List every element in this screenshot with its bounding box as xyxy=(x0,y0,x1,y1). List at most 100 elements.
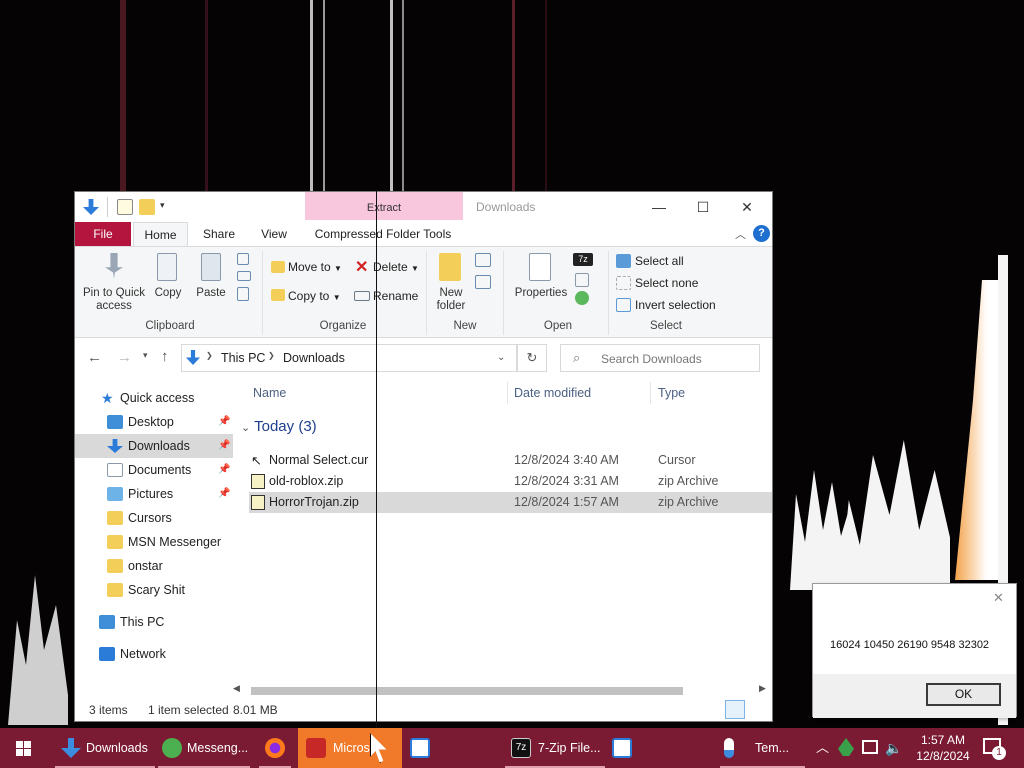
new-folder-button[interactable]: New folder xyxy=(429,287,473,313)
breadcrumb-downloads[interactable]: Downloads xyxy=(283,351,345,365)
nav-item-label: Downloads xyxy=(128,439,190,453)
rename-button[interactable]: Rename xyxy=(373,289,418,303)
pin-icon[interactable]: 📌 xyxy=(218,458,230,482)
title-bar[interactable]: ▾ Extract Downloads — ☐ ✕ xyxy=(75,192,772,222)
maximize-button[interactable]: ☐ xyxy=(681,195,725,219)
pin-icon[interactable]: 📌 xyxy=(218,482,230,506)
address-dropdown-icon[interactable]: ⌄ xyxy=(497,352,505,363)
tab-file[interactable]: File xyxy=(75,222,131,246)
ribbon-tabs: File Home Share View Compressed Folder T… xyxy=(75,222,772,246)
taskbar-item-temperature[interactable]: Tem... xyxy=(720,728,805,768)
forward-arrow-icon[interactable]: → xyxy=(117,349,132,366)
nav-quick-access[interactable]: ★ Quick access xyxy=(75,386,233,410)
pin-icon[interactable]: 📌 xyxy=(218,434,230,458)
delete-button[interactable]: Delete ▼ xyxy=(373,260,419,274)
network-icon[interactable] xyxy=(862,740,878,754)
nav-item-pictures[interactable]: Pictures 📌 xyxy=(75,482,233,506)
properties-button[interactable]: Properties xyxy=(511,287,571,300)
clock[interactable]: 1:57 AM 12/8/2024 xyxy=(908,728,978,768)
minimize-button[interactable]: — xyxy=(637,195,681,219)
paste-shortcut-icon[interactable] xyxy=(237,287,249,301)
easy-access-icon[interactable] xyxy=(475,275,491,289)
pin-icon[interactable]: 📌 xyxy=(218,410,230,434)
large-icons-view-icon[interactable] xyxy=(749,700,769,719)
pin-to-quick-access-button[interactable]: Pin to Quick access xyxy=(81,287,147,313)
file-row[interactable]: ↖ Normal Select.cur 12/8/2024 3:40 AM Cu… xyxy=(249,450,772,471)
nav-item-msn-messenger[interactable]: MSN Messenger xyxy=(75,530,233,554)
tray-app-icon[interactable] xyxy=(838,738,854,756)
start-button[interactable] xyxy=(0,728,48,768)
tab-view[interactable]: View xyxy=(251,222,297,246)
scroll-right-icon[interactable]: ▶ xyxy=(759,683,766,694)
details-view-icon[interactable] xyxy=(725,700,745,719)
up-arrow-icon[interactable]: ↑ xyxy=(161,348,169,365)
help-icon[interactable]: ? xyxy=(753,225,770,242)
column-header-name[interactable]: Name xyxy=(253,386,286,400)
nav-item-documents[interactable]: Documents 📌 xyxy=(75,458,233,482)
taskbar-item-window-2[interactable] xyxy=(606,728,640,768)
nav-item-cursors[interactable]: Cursors xyxy=(75,506,233,530)
collapse-ribbon-icon[interactable]: ︿ xyxy=(735,226,746,242)
column-header-type[interactable]: Type xyxy=(658,386,685,400)
taskbar-item-label: Tem... xyxy=(755,741,790,755)
show-hidden-icons-icon[interactable]: ︿ xyxy=(816,728,830,768)
horizontal-scrollbar[interactable]: ◀ ▶ xyxy=(233,683,772,695)
copy-to-button[interactable]: Copy to ▼ xyxy=(288,289,341,303)
select-none-button[interactable]: Select none xyxy=(635,276,698,290)
ok-button[interactable]: OK xyxy=(926,683,1001,706)
taskbar-item-messenger[interactable]: Messeng... xyxy=(158,728,250,768)
move-to-button[interactable]: Move to ▼ xyxy=(288,260,342,274)
nav-item-scary-shit[interactable]: Scary Shit xyxy=(75,578,233,602)
refresh-icon[interactable]: ↻ xyxy=(517,344,547,372)
7zip-icon[interactable]: 7z xyxy=(573,253,593,266)
nav-network[interactable]: Network xyxy=(75,642,233,666)
dialog-close-button[interactable]: ✕ xyxy=(993,590,1004,606)
windows-logo-icon xyxy=(16,741,23,748)
group-header-today[interactable]: ⌄ Today (3) xyxy=(241,418,317,435)
file-row[interactable]: old-roblox.zip 12/8/2024 3:31 AM zip Arc… xyxy=(249,471,772,492)
taskbar-item-firefox[interactable] xyxy=(255,728,295,768)
breadcrumb-this-pc[interactable]: This PC xyxy=(221,351,265,365)
tab-home[interactable]: Home xyxy=(133,222,188,246)
recent-locations-icon[interactable]: ▾ xyxy=(143,350,148,361)
address-bar[interactable]: ❯ This PC ❯ Downloads ⌄ xyxy=(181,344,517,372)
nav-item-desktop[interactable]: Desktop 📌 xyxy=(75,410,233,434)
glitch-stripe xyxy=(310,0,313,191)
back-arrow-icon[interactable]: ← xyxy=(87,349,102,366)
breadcrumb-chevron-icon: ❯ xyxy=(268,351,275,360)
tab-compressed-folder-tools[interactable]: Compressed Folder Tools xyxy=(307,222,459,246)
taskbar-item-window[interactable] xyxy=(404,728,438,768)
copy-path-icon[interactable] xyxy=(237,271,251,281)
nav-item-downloads[interactable]: Downloads 📌 xyxy=(75,434,233,458)
scroll-left-icon[interactable]: ◀ xyxy=(233,683,240,694)
select-all-button[interactable]: Select all xyxy=(635,254,684,268)
qat-customize-icon[interactable]: ▾ xyxy=(160,200,165,211)
edit-icon[interactable] xyxy=(575,273,589,287)
copy-button[interactable]: Copy xyxy=(149,287,187,300)
column-separator[interactable] xyxy=(650,382,651,404)
column-header-date-modified[interactable]: Date modified xyxy=(514,386,591,400)
file-row[interactable]: HorrorTrojan.zip 12/8/2024 1:57 AM zip A… xyxy=(249,492,772,513)
glitch-stripe xyxy=(402,0,404,191)
extract-contextual-tab[interactable]: Extract xyxy=(305,192,463,220)
history-icon[interactable] xyxy=(575,291,589,305)
new-folder-icon[interactable] xyxy=(139,199,155,215)
cut-icon[interactable] xyxy=(237,253,249,265)
close-button[interactable]: ✕ xyxy=(725,195,769,219)
taskbar-item-7zip[interactable]: 7z 7-Zip File... xyxy=(505,728,605,768)
invert-selection-button[interactable]: Invert selection xyxy=(635,298,716,312)
download-arrow-icon xyxy=(61,738,81,758)
properties-check-icon[interactable] xyxy=(117,199,133,215)
tab-share[interactable]: Share xyxy=(193,222,245,246)
volume-icon[interactable]: 🔈 xyxy=(885,728,902,768)
paste-button[interactable]: Paste xyxy=(191,287,231,300)
scrollbar-thumb[interactable] xyxy=(251,687,683,695)
taskbar-item-downloads[interactable]: Downloads xyxy=(55,728,155,768)
nav-this-pc[interactable]: This PC xyxy=(75,610,233,634)
nav-item-onstar[interactable]: onstar xyxy=(75,554,233,578)
new-item-icon[interactable] xyxy=(475,253,491,267)
taskbar-item-microsoft[interactable]: Micros xyxy=(298,728,402,768)
search-input[interactable]: ⌕ Search Downloads xyxy=(560,344,760,372)
nav-network-label: Network xyxy=(120,647,166,661)
column-separator[interactable] xyxy=(507,382,508,404)
